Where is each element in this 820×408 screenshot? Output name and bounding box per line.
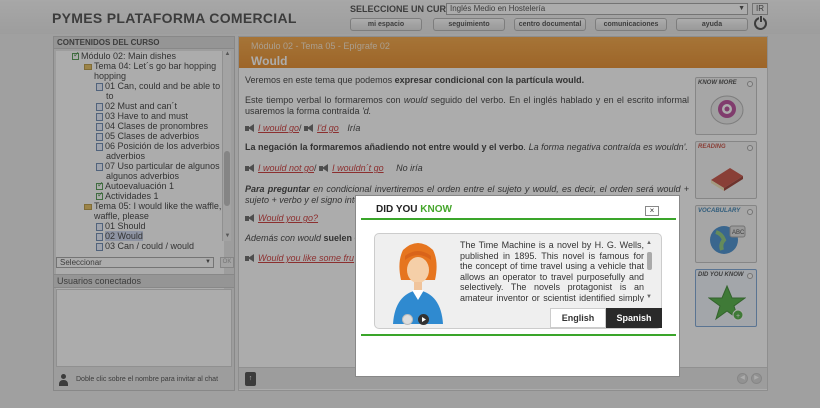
modal-title: DID YOU KNOW	[376, 204, 452, 215]
pause-icon[interactable]	[402, 314, 413, 325]
scroll-up-icon[interactable]: ▲	[646, 240, 652, 246]
tab-spanish[interactable]: Spanish	[606, 308, 662, 328]
language-tabs: English Spanish	[550, 308, 662, 328]
divider	[361, 218, 676, 220]
play-icon[interactable]	[418, 314, 429, 325]
scroll-thumb[interactable]	[647, 252, 652, 270]
tab-english[interactable]: English	[550, 308, 606, 328]
did-you-know-modal: DID YOU KNOW × The Time Machine is a nov…	[355, 195, 680, 377]
fact-text: The Time Machine is a novel by H. G. Wel…	[460, 240, 644, 302]
fact-scrollbar[interactable]: ▲ ▼	[646, 240, 654, 300]
close-button[interactable]: ×	[645, 206, 659, 216]
scroll-down-icon[interactable]: ▼	[646, 294, 652, 300]
presenter-illustration	[393, 243, 443, 324]
divider	[361, 334, 676, 336]
